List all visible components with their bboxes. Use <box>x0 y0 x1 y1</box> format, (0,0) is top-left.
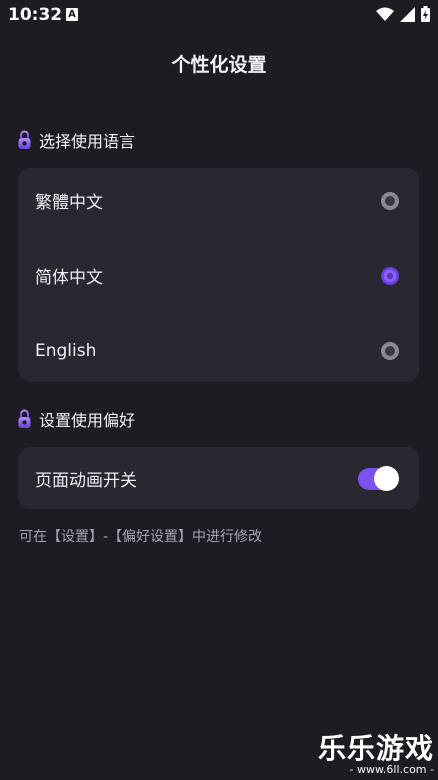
animation-toggle-switch[interactable] <box>358 465 399 491</box>
language-section-heading: 选择使用语言 <box>18 128 135 152</box>
preference-section-title: 设置使用偏好 <box>39 411 136 430</box>
animation-toggle-row[interactable]: 页面动画开关 <box>18 441 419 516</box>
language-option-label: 简体中文 <box>35 268 103 288</box>
battery-charging-icon <box>421 6 430 22</box>
language-option-traditional[interactable]: 繁體中文 <box>18 163 419 238</box>
language-options-card: 繁體中文 简体中文 English <box>18 168 419 382</box>
status-icons <box>376 6 430 22</box>
language-section-title: 选择使用语言 <box>39 132 136 151</box>
toggle-knob <box>374 465 399 491</box>
radio-unselected[interactable] <box>381 341 399 360</box>
animation-toggle-label: 页面动画开关 <box>35 471 137 491</box>
status-bar: 10:32 A <box>0 0 438 30</box>
wifi-icon <box>376 7 394 21</box>
lock-icon <box>18 409 31 428</box>
status-time: 10:32 <box>8 5 63 25</box>
language-option-label: 繁體中文 <box>35 193 103 213</box>
notification-a-icon: A <box>66 8 78 21</box>
language-option-english[interactable]: English <box>18 313 419 388</box>
language-option-simplified[interactable]: 简体中文 <box>18 238 419 313</box>
watermark-sub: - www.6ll.com - <box>349 763 434 776</box>
watermark-main: 乐乐游戏 <box>317 732 434 765</box>
preference-card: 页面动画开关 <box>18 447 419 509</box>
radio-selected[interactable] <box>381 266 399 285</box>
page-title: 个性化设置 <box>171 54 267 76</box>
signal-icon <box>400 6 415 22</box>
language-option-label: English <box>35 340 97 361</box>
lock-icon <box>18 130 31 149</box>
preference-section-heading: 设置使用偏好 <box>18 407 135 431</box>
radio-unselected[interactable] <box>381 191 399 210</box>
settings-hint: 可在【设置】-【偏好设置】中进行修改 <box>19 529 263 545</box>
watermark-logo: 乐乐游戏 - www.6ll.com - <box>318 734 434 776</box>
